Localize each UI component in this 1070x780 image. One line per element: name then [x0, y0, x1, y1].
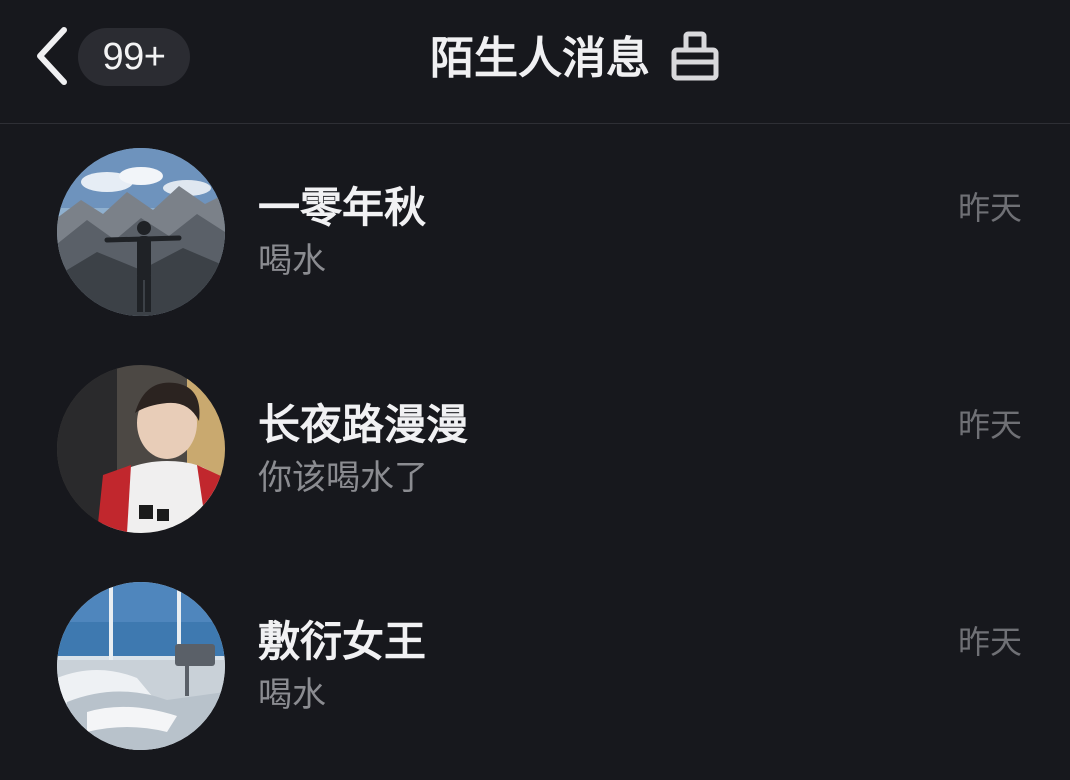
conversation-list: 一零年秋 喝水 昨天 长夜路漫漫 你该喝水了 昨天 敷衍女王 喝水 昨天 [0, 124, 1070, 775]
message-preview: 喝水 [258, 675, 326, 715]
contact-name: 长夜路漫漫 [258, 400, 469, 449]
message-time: 昨天 [957, 623, 1022, 661]
boy-selfie-avatar[interactable] [57, 365, 225, 533]
unread-count-badge[interactable]: 99+ [78, 28, 190, 86]
conversation-row[interactable]: 一零年秋 喝水 昨天 [0, 124, 1070, 341]
broom-clean-icon [671, 31, 719, 81]
top-bar: 99+ 陌生人消息 [0, 0, 1070, 124]
seaview-room-avatar[interactable] [57, 582, 225, 750]
page-title: 陌生人消息 [430, 33, 650, 84]
message-time: 昨天 [957, 406, 1022, 444]
contact-name: 敷衍女王 [258, 617, 427, 666]
contact-name: 一零年秋 [258, 183, 427, 232]
mountain-photo-avatar[interactable] [57, 148, 225, 316]
message-preview: 喝水 [258, 241, 326, 281]
conversation-row[interactable]: 敷衍女王 喝水 昨天 [0, 558, 1070, 775]
message-time: 昨天 [957, 189, 1022, 227]
message-preview: 你该喝水了 [258, 458, 428, 498]
back-button[interactable] [30, 24, 76, 90]
chevron-left-icon [37, 27, 67, 85]
conversation-row[interactable]: 长夜路漫漫 你该喝水了 昨天 [0, 341, 1070, 558]
clean-button[interactable] [668, 30, 722, 84]
